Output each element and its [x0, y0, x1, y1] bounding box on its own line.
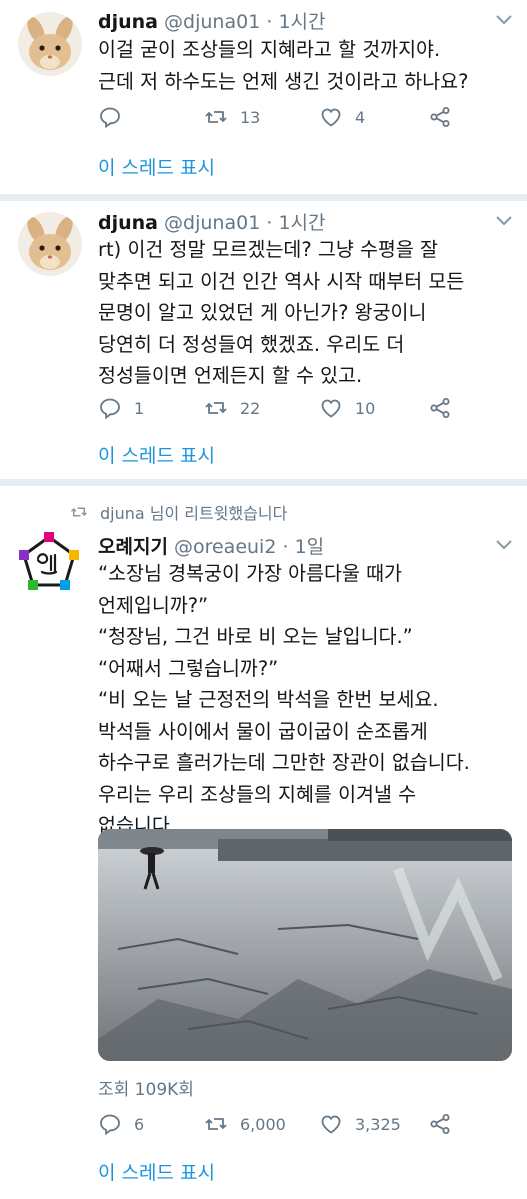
show-thread-link[interactable]: 이 스레드 표시 [98, 1158, 215, 1185]
share-icon [430, 1114, 450, 1134]
share-icon [430, 398, 450, 418]
rabbit-avatar-image [18, 212, 82, 276]
like-count: 10 [355, 398, 376, 418]
share-button[interactable] [428, 394, 452, 422]
retweet-button[interactable]: 13 [204, 103, 260, 131]
tweet-text-line: 하수구로 흘러가는데 그만한 장관이 없습니다. [98, 751, 470, 774]
retweet-button[interactable]: 6,000 [204, 1110, 286, 1138]
like-button[interactable]: 4 [319, 103, 365, 131]
reply-icon [100, 1114, 120, 1136]
share-icon [430, 107, 450, 127]
retweet-icon [205, 111, 227, 123]
avatar-rabbit[interactable] [18, 212, 82, 276]
like-button[interactable]: 10 [319, 394, 375, 422]
chevron-down-icon[interactable] [495, 539, 513, 551]
reply-count: 6 [134, 1114, 145, 1134]
tweet-text-line: “어째서 그렇습니까?” [98, 656, 279, 680]
retweet-count: 13 [240, 107, 261, 127]
tweet-header: djuna @djuna01 · 1시간 [98, 7, 326, 34]
tweet-header: 오례지기 @oreaeui2 · 1일 [98, 532, 324, 559]
reply-icon [100, 107, 120, 129]
tweet-text-line: 박석들 사이에서 물이 굽이굽이 순조롭게 [98, 719, 428, 743]
rainy-courtyard-image [98, 829, 512, 1061]
tweet-time[interactable]: 1일 [295, 536, 325, 558]
tweet-divider [0, 194, 527, 201]
author-name[interactable]: djuna [98, 212, 158, 234]
video-thumbnail[interactable] [98, 829, 512, 1061]
tweet-text-line: “비 오는 날 근정전의 박석을 한번 보세요. [98, 688, 439, 711]
like-icon [321, 1115, 341, 1134]
separator: · [282, 536, 289, 558]
tweet-header: djuna @djuna01 · 1시간 [98, 208, 326, 235]
tweet-text: 이걸 굳이 조상들의 지혜라고 할 것까지야. 근데 저 하수도는 언제 생긴 … [98, 34, 468, 97]
tweet-2[interactable]: djuna @djuna01 · 1시간 rt) 이건 정말 모르겠는데? 그냥… [0, 201, 527, 479]
author-handle[interactable]: @djuna01 [164, 212, 260, 234]
like-icon [321, 108, 341, 127]
like-button[interactable]: 3,325 [319, 1110, 401, 1138]
retweet-icon [205, 1118, 227, 1130]
oreaeui-logo-icon [15, 529, 83, 597]
author-handle[interactable]: @djuna01 [164, 11, 260, 33]
tweet-divider [0, 479, 527, 486]
retweet-count: 6,000 [240, 1114, 286, 1134]
retweet-icon [70, 507, 88, 517]
chevron-down-icon[interactable] [495, 14, 513, 26]
like-count: 3,325 [355, 1114, 401, 1134]
author-name[interactable]: 오례지기 [98, 536, 168, 558]
tweet-1[interactable]: djuna @djuna01 · 1시간 이걸 굳이 조상들의 지혜라고 할 것… [0, 0, 527, 194]
separator: · [266, 11, 273, 33]
tweet-text-line: 문명이 알고 있었던 게 아닌가? 왕궁이니 [98, 301, 427, 324]
tweet-actions: 1 22 10 [98, 394, 478, 422]
tweet-text-line: “소장님 경복궁이 가장 아름다울 때가 [98, 562, 402, 585]
retweet-notice: djuna 님이 리트윗했습니다 [70, 500, 287, 524]
tweet-text-line: rt) 이건 정말 모르겠는데? 그냥 수평을 잘 [98, 238, 438, 261]
reply-button[interactable] [98, 103, 134, 131]
tweet-actions: 13 4 [98, 103, 478, 131]
author-handle[interactable]: @oreaeui2 [174, 536, 276, 558]
tweet-text-line: 당연히 더 정성들여 했겠죠. 우리도 더 [98, 332, 405, 356]
avatar-rabbit[interactable] [18, 12, 82, 76]
tweet-text-line: 우리는 우리 조상들의 지혜를 이겨낼 수 [98, 782, 417, 806]
tweet-text-line: 이걸 굳이 조상들의 지혜라고 할 것까지야. [98, 38, 441, 61]
tweet-text: “소장님 경복궁이 가장 아름다울 때가 언제입니까?” “청장님, 그건 바로… [98, 558, 470, 842]
tweet-text-line: 맞추면 되고 이건 인간 역사 시작 때부터 모든 [98, 269, 465, 293]
retweet-icon [205, 402, 227, 414]
retweet-button[interactable]: 22 [204, 394, 260, 422]
chevron-down-icon[interactable] [495, 215, 513, 227]
reply-count: 1 [134, 398, 145, 418]
retweet-notice-text: djuna 님이 리트윗했습니다 [100, 504, 288, 523]
tweet-text-line: 정성들이면 언제든지 할 수 있고. [98, 364, 363, 387]
like-icon [321, 399, 341, 418]
tweet-text: rt) 이건 정말 모르겠는데? 그냥 수평을 잘 맞추면 되고 이건 인간 역… [98, 234, 464, 392]
retweet-count: 22 [240, 398, 261, 418]
reply-button[interactable]: 1 [98, 394, 144, 422]
tweet-text-line: “청장님, 그건 바로 비 오는 날입니다.” [98, 625, 413, 648]
reply-button[interactable]: 6 [98, 1110, 144, 1138]
rabbit-avatar-image [18, 12, 82, 76]
share-button[interactable] [428, 1110, 452, 1138]
show-thread-link[interactable]: 이 스레드 표시 [98, 441, 215, 468]
tweet-actions: 6 6,000 3,325 [98, 1110, 478, 1138]
view-count: 조회 109K회 [98, 1080, 194, 1100]
tweet-time[interactable]: 1시간 [278, 212, 325, 234]
tweet-text-line: 근데 저 하수도는 언제 생긴 것이라고 하나요? [98, 69, 469, 93]
avatar-logo[interactable] [14, 528, 84, 598]
show-thread-link[interactable]: 이 스레드 표시 [98, 153, 215, 180]
share-button[interactable] [428, 103, 452, 131]
reply-icon [100, 398, 120, 420]
tweet-time[interactable]: 1시간 [278, 11, 325, 33]
tweet-text-line: 언제입니까?” [98, 593, 209, 617]
like-count: 4 [355, 107, 366, 127]
separator: · [266, 212, 273, 234]
author-name[interactable]: djuna [98, 11, 158, 33]
